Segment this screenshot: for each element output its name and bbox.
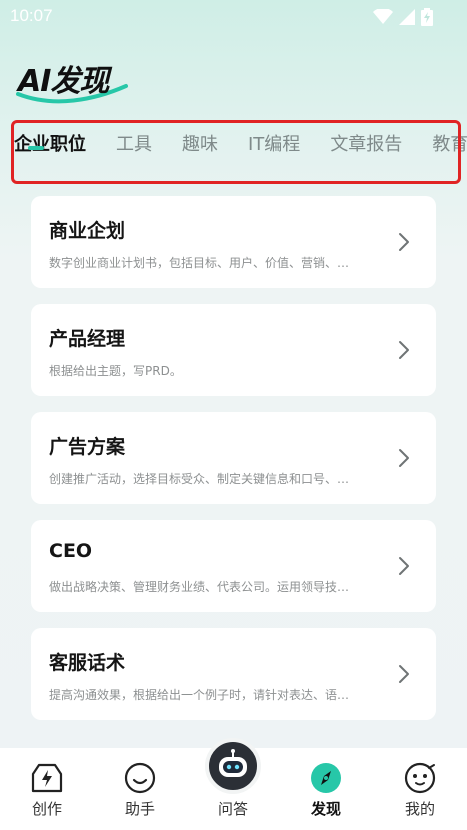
card-customer-service[interactable]: 客服话术 提高沟通效果，根据给出一个例子时，请针对表达、语…	[31, 628, 436, 720]
card-title: 商业企划	[49, 220, 126, 242]
compass-icon	[311, 763, 341, 793]
nav-label: 助手	[124, 800, 155, 818]
nav-label: 发现	[310, 800, 341, 818]
wifi-icon	[373, 9, 393, 24]
lightning-box-icon	[31, 763, 63, 793]
chevron-right-icon	[399, 341, 409, 359]
nav-discover[interactable]: 发现	[291, 748, 361, 830]
card-description: 做出战略决策、管理财务业绩、代表公司。运用领导技…	[49, 580, 350, 594]
card-description: 根据给出主题，写PRD。	[49, 364, 182, 378]
card-title: 产品经理	[49, 328, 126, 350]
chevron-right-icon	[399, 449, 409, 467]
page-title: AI发现	[18, 64, 109, 99]
card-title: CEO	[49, 540, 93, 562]
card-description: 提高沟通效果，根据给出一个例子时，请针对表达、语…	[49, 688, 350, 702]
tab-highlight-box	[11, 120, 461, 184]
nav-assistant[interactable]: 助手	[105, 748, 175, 830]
card-description: 数字创业商业计划书，包括目标、用户、价值、营销、…	[49, 256, 350, 270]
category-tabs: 企业职位 工具 趣味 IT编程 文章报告 教育学习	[0, 120, 467, 186]
robot-icon	[219, 749, 247, 777]
nav-create[interactable]: 创作	[12, 748, 82, 830]
battery-icon	[421, 8, 433, 26]
card-ceo[interactable]: CEO 做出战略决策、管理财务业绩、代表公司。运用领导技…	[31, 520, 436, 612]
card-product-manager[interactable]: 产品经理 根据给出主题，写PRD。	[31, 304, 436, 396]
card-ad-campaign[interactable]: 广告方案 创建推广活动，选择目标受众、制定关键信息和口号、…	[31, 412, 436, 504]
card-description: 创建推广活动，选择目标受众、制定关键信息和口号、…	[49, 472, 350, 486]
signal-icon	[399, 9, 415, 25]
card-title: 广告方案	[49, 436, 126, 458]
nav-label: 问答	[217, 800, 248, 818]
page-logo: AI发现	[16, 56, 138, 104]
chevron-right-icon	[399, 557, 409, 575]
nav-qa[interactable]: 问答	[198, 738, 268, 830]
nav-profile[interactable]: 我的	[385, 748, 455, 830]
chevron-right-icon	[399, 233, 409, 251]
nav-label: 创作	[31, 800, 62, 818]
nav-label: 我的	[404, 800, 435, 818]
bottom-nav: 创作 助手 问答 发现 我的	[0, 738, 467, 830]
profile-face-icon	[404, 762, 436, 794]
card-title: 客服话术	[49, 652, 126, 674]
status-bar: 10:07	[0, 0, 467, 34]
chevron-right-icon	[399, 665, 409, 683]
status-icons	[373, 8, 433, 26]
robot-avatar-circle	[205, 738, 261, 794]
status-time: 10:07	[10, 6, 53, 25]
card-business-plan[interactable]: 商业企划 数字创业商业计划书，包括目标、用户、价值、营销、…	[31, 196, 436, 288]
smile-face-icon	[124, 762, 156, 794]
